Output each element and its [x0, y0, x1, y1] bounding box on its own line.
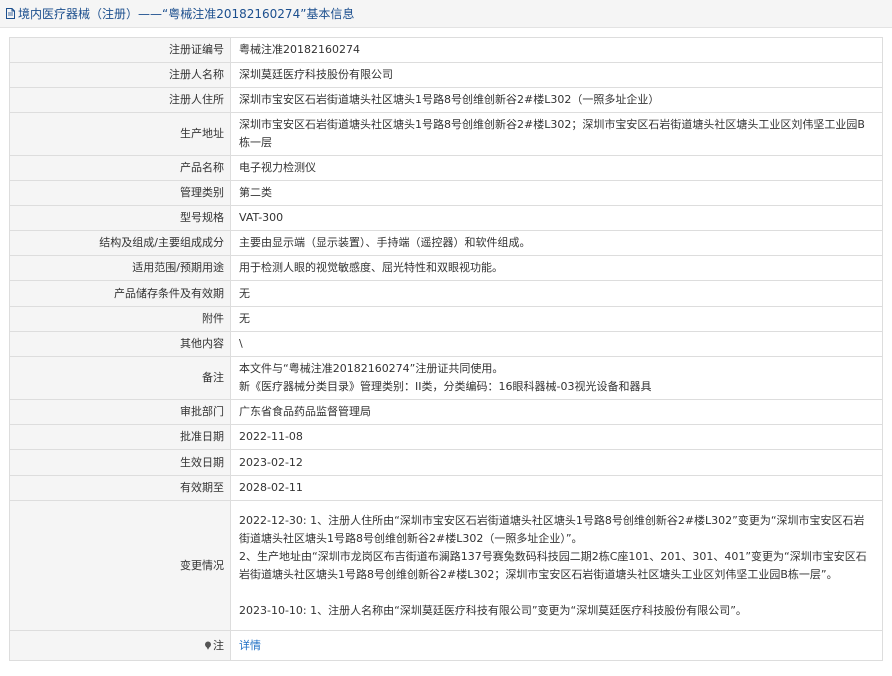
- table-row: 产品储存条件及有效期无: [9, 280, 883, 307]
- field-label: 有效期至: [9, 475, 231, 501]
- field-label: 产品储存条件及有效期: [9, 280, 231, 307]
- value-line: 新《医疗器械分类目录》管理类别：II类，分类编码：16眼科器械-03视光设备和器…: [239, 380, 652, 393]
- field-value: 2028-02-11: [230, 475, 883, 501]
- field-value: 电子视力检测仪: [230, 155, 883, 181]
- field-value: 2023-02-12: [230, 449, 883, 476]
- field-label: 结构及组成/主要组成成分: [9, 230, 231, 256]
- field-label: 审批部门: [9, 399, 231, 425]
- table-row: 注册证编号 粤械注准20182160274: [9, 37, 883, 63]
- field-value: 无: [230, 306, 883, 332]
- field-label: 型号规格: [9, 205, 231, 231]
- field-label: 管理类别: [9, 180, 231, 206]
- table-row: 其他内容 \: [9, 331, 883, 357]
- field-value: 2022-12-30: 1、注册人住所由“深圳市宝安区石岩街道塘头社区塘头1号路…: [230, 500, 883, 631]
- table-row: 产品名称 电子视力检测仪: [9, 155, 883, 181]
- field-value: \: [230, 331, 883, 357]
- details-link[interactable]: 详情: [239, 639, 261, 652]
- field-value: 深圳莫廷医疗科技股份有限公司: [230, 62, 883, 88]
- note-value-cell: 详情: [230, 630, 883, 661]
- detail-table: 注册证编号 粤械注准20182160274 注册人名称 深圳莫廷医疗科技股份有限公司注…: [9, 37, 883, 661]
- note-label-cell: 注: [9, 630, 231, 661]
- field-value: 2022-11-08: [230, 424, 883, 450]
- field-label: 其他内容: [9, 331, 231, 357]
- table-row: 备注 本文件与“粤械注准20182160274”注册证共同使用。新《医疗器械分类目…: [9, 356, 883, 400]
- table-row: 生效日期 2023-02-12: [9, 449, 883, 476]
- field-value: 第二类: [230, 180, 883, 206]
- field-label: 注册人住所: [9, 87, 231, 113]
- field-value: 用于检测人眼的视觉敏感度、屈光特性和双眼视功能。: [230, 255, 883, 281]
- field-label: 生效日期: [9, 449, 231, 476]
- page-title: 境内医疗器械（注册）——“粤械注准20182160274”基本信息: [18, 7, 355, 21]
- field-value: 本文件与“粤械注准20182160274”注册证共同使用。新《医疗器械分类目录》…: [230, 356, 883, 400]
- table-row: 有效期至 2028-02-11: [9, 475, 883, 501]
- field-value: 广东省食品药品监督管理局: [230, 399, 883, 425]
- table-row: 附件无: [9, 306, 883, 332]
- table-row: 管理类别 第二类: [9, 180, 883, 206]
- table-row: 审批部门 广东省食品药品监督管理局: [9, 399, 883, 425]
- field-label: 备注: [9, 356, 231, 400]
- field-label: 变更情况: [9, 500, 231, 631]
- table-row: 适用范围/预期用途 用于检测人眼的视觉敏感度、屈光特性和双眼视功能。: [9, 255, 883, 281]
- field-value: 主要由显示端（显示装置）、手持端（遥控器）和软件组成。: [230, 230, 883, 256]
- table-row: 注册人名称 深圳莫廷医疗科技股份有限公司: [9, 62, 883, 88]
- field-label: 适用范围/预期用途: [9, 255, 231, 281]
- value-line: 2022-12-30: 1、注册人住所由“深圳市宝安区石岩街道塘头社区塘头1号路…: [239, 513, 865, 545]
- table-row: 结构及组成/主要组成成分 主要由显示端（显示装置）、手持端（遥控器）和软件组成。: [9, 230, 883, 256]
- field-label: 附件: [9, 306, 231, 332]
- value-line: 2023-10-10: 1、注册人名称由“深圳莫廷医疗科技有限公司”变更为“深圳…: [239, 603, 747, 617]
- note-label: 注: [213, 638, 224, 652]
- value-line: 2、生产地址由“深圳市龙岗区布吉街道布澜路137号赛兔数码科技园二期2栋C座10…: [239, 549, 867, 581]
- page-header: 境内医疗器械（注册）——“粤械注准20182160274”基本信息: [0, 0, 892, 28]
- pin-icon: [204, 641, 212, 650]
- field-label: 产品名称: [9, 155, 231, 181]
- table-row: 生产地址 深圳市宝安区石岩街道塘头社区塘头1号路8号创维创新谷2#楼L302；深圳…: [9, 112, 883, 156]
- field-label: 批准日期: [9, 424, 231, 450]
- table-row: 型号规格 VAT-300: [9, 205, 883, 231]
- field-label: 注册证编号: [9, 37, 231, 63]
- field-value: VAT-300: [230, 205, 883, 231]
- field-label: 注册人名称: [9, 62, 231, 88]
- field-value: 深圳市宝安区石岩街道塘头社区塘头1号路8号创维创新谷2#楼L302（一照多址企业…: [230, 87, 883, 113]
- field-label: 生产地址: [9, 112, 231, 156]
- document-icon: [6, 8, 15, 19]
- value-line: 本文件与“粤械注准20182160274”注册证共同使用。: [239, 362, 504, 375]
- field-value: 深圳市宝安区石岩街道塘头社区塘头1号路8号创维创新谷2#楼L302；深圳市宝安区…: [230, 112, 883, 156]
- note-row: 注 详情: [9, 630, 883, 661]
- table-row: 注册人住所 深圳市宝安区石岩街道塘头社区塘头1号路8号创维创新谷2#楼L302（一…: [9, 87, 883, 113]
- field-value: 粤械注准20182160274: [230, 37, 883, 63]
- field-value: 无: [230, 280, 883, 307]
- table-row: 变更情况 2022-12-30: 1、注册人住所由“深圳市宝安区石岩街道塘头社区塘…: [9, 500, 883, 631]
- table-row: 批准日期 2022-11-08: [9, 424, 883, 450]
